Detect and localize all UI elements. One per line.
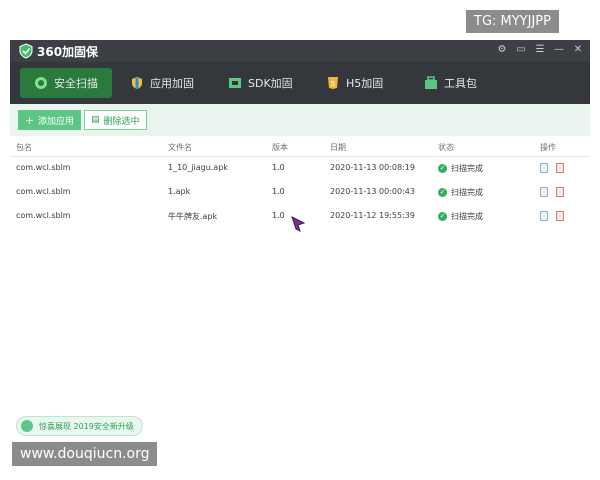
header-package: 包名: [16, 143, 32, 152]
shield-logo-icon: [19, 43, 33, 59]
tab-label: H5加固: [346, 77, 384, 90]
check-circle-icon: ✓: [438, 164, 447, 173]
check-circle-icon: ✓: [438, 188, 447, 197]
cell-version: 1.0: [272, 211, 285, 220]
report-doc-icon[interactable]: [540, 187, 548, 197]
h5-icon: 5: [326, 76, 340, 90]
cell-date: 2020-11-13 00:00:43: [330, 187, 415, 196]
cell-status: ✓ 扫描完成: [438, 187, 483, 198]
tab-toolbox[interactable]: 工具包: [424, 62, 477, 104]
report-doc-icon[interactable]: [540, 211, 548, 221]
cell-package: com.wcl.sblm: [16, 163, 71, 172]
status-text: 扫描完成: [451, 212, 483, 221]
toolbar: ＋ 添加应用 ▤ 删除选中: [10, 104, 590, 136]
report-pdf-icon[interactable]: [556, 163, 564, 173]
upgrade-icon: [21, 420, 33, 432]
cell-package: com.wcl.sblm: [16, 211, 71, 220]
tab-sdk-harden[interactable]: SDK加固: [228, 62, 293, 104]
cell-version: 1.0: [272, 187, 285, 196]
upgrade-text: 惊喜展现 2019安全新升级: [39, 421, 134, 431]
cell-status: ✓ 扫描完成: [438, 211, 483, 222]
report-doc-icon[interactable]: [540, 163, 548, 173]
cell-actions: [540, 211, 564, 221]
tab-h5-harden[interactable]: 5 H5加固: [326, 62, 383, 104]
table-header: 包名 文件名 版本 日期 状态 操作: [10, 136, 590, 157]
add-app-label: 添加应用: [38, 116, 75, 127]
minimize-icon[interactable]: —: [553, 43, 565, 57]
upgrade-banner[interactable]: 惊喜展现 2019安全新升级: [16, 416, 143, 436]
delete-selected-button[interactable]: ▤ 删除选中: [84, 110, 147, 130]
app-title: 360加固保: [37, 45, 99, 59]
add-app-button[interactable]: ＋ 添加应用: [18, 110, 82, 130]
cell-filename: 1.apk: [168, 187, 191, 196]
close-icon[interactable]: ✕: [572, 43, 584, 57]
report-pdf-icon[interactable]: [556, 211, 564, 221]
table-row[interactable]: com.wcl.sblm 1_10_jiagu.apk 1.0 2020-11-…: [10, 157, 590, 181]
tab-label: SDK加固: [248, 77, 293, 90]
scan-table: 包名 文件名 版本 日期 状态 操作 com.wcl.sblm 1_10_jia…: [10, 136, 590, 406]
cell-version: 1.0: [272, 163, 285, 172]
footer: 惊喜展现 2019安全新升级: [10, 410, 590, 440]
cell-filename: 牛牛牌友.apk: [168, 212, 218, 221]
title-bar: 360加固保 ⚙ ▭ ☰ — ✕: [10, 40, 590, 62]
header-actions: 操作: [540, 143, 556, 152]
svg-text:5: 5: [331, 80, 335, 88]
table-row[interactable]: com.wcl.sblm 1.apk 1.0 2020-11-13 00:00:…: [10, 181, 590, 205]
cell-actions: [540, 187, 564, 197]
scan-icon: [34, 76, 48, 90]
header-status: 状态: [438, 143, 454, 152]
delete-selected-label: 删除选中: [103, 116, 140, 127]
header-version: 版本: [272, 143, 288, 152]
app-window: 360加固保 ⚙ ▭ ☰ — ✕ 安全扫描 应用加固 SDK加固 5 H5加固 …: [10, 40, 590, 440]
status-text: 扫描完成: [451, 164, 483, 173]
toolbox-icon: [424, 76, 438, 90]
header-date: 日期: [330, 143, 346, 152]
cell-filename: 1_10_jiagu.apk: [168, 163, 228, 172]
settings-icon[interactable]: ⚙: [496, 43, 508, 57]
sdk-icon: [228, 76, 242, 90]
status-text: 扫描完成: [451, 188, 483, 197]
cell-status: ✓ 扫描完成: [438, 163, 483, 174]
mouse-cursor-icon: [291, 216, 306, 232]
cell-package: com.wcl.sblm: [16, 187, 71, 196]
trash-icon: ▤: [91, 115, 100, 125]
telegram-watermark: TG: MYYJJPP: [466, 10, 559, 33]
check-circle-icon: ✓: [438, 212, 447, 221]
plus-icon: ＋: [25, 116, 35, 127]
main-tabs: 安全扫描 应用加固 SDK加固 5 H5加固 工具包: [10, 62, 590, 104]
message-icon[interactable]: ▭: [515, 43, 527, 57]
report-pdf-icon[interactable]: [556, 187, 564, 197]
cell-date: 2020-11-12 19:55:39: [330, 211, 415, 220]
tab-label: 安全扫描: [54, 77, 98, 90]
header-filename: 文件名: [168, 143, 192, 152]
cell-actions: [540, 163, 564, 173]
shield-icon: [130, 76, 144, 90]
tab-label: 工具包: [444, 77, 477, 90]
tab-app-harden[interactable]: 应用加固: [130, 62, 194, 104]
tab-security-scan[interactable]: 安全扫描: [20, 68, 112, 98]
site-watermark: www.douqiucn.org: [12, 442, 158, 466]
tab-label: 应用加固: [150, 77, 194, 90]
window-controls: ⚙ ▭ ☰ — ✕: [496, 43, 584, 57]
cell-date: 2020-11-13 00:08:19: [330, 163, 415, 172]
menu-icon[interactable]: ☰: [534, 43, 546, 57]
